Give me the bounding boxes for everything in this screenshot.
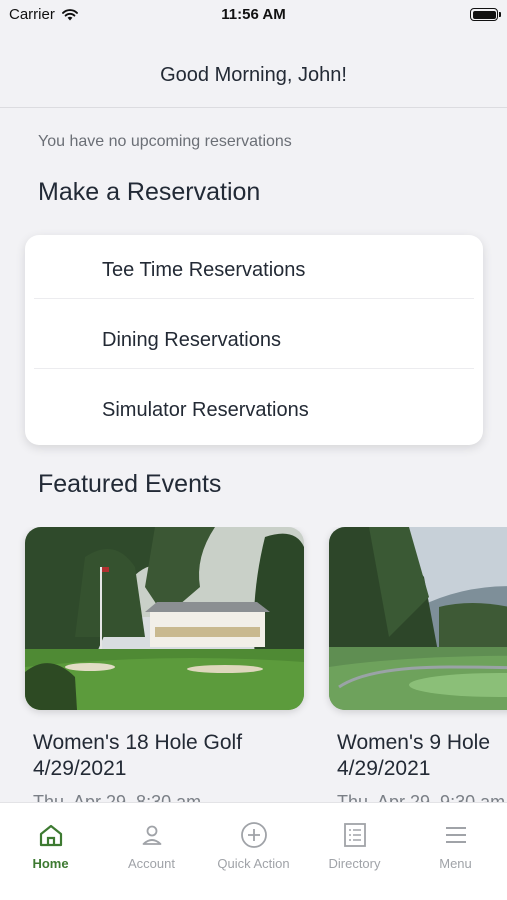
simulator-label: Simulator Reservations	[102, 398, 309, 421]
dining-reservations-button[interactable]: Dining Reservations	[25, 305, 483, 375]
tab-home[interactable]: Home	[0, 803, 101, 883]
event-photo-clubhouse	[25, 527, 304, 710]
tab-label: Quick Action	[217, 856, 290, 871]
event-photo-fairway	[329, 527, 507, 710]
tab-label: Account	[128, 856, 175, 871]
clock: 11:56 AM	[221, 6, 286, 23]
status-bar: Carrier 11:56 AM	[0, 0, 507, 30]
event-title: Women's 18 Hole Golf 4/29/2021	[33, 731, 243, 780]
tab-account[interactable]: Account	[101, 803, 202, 883]
featured-events-title: Featured Events	[38, 470, 222, 498]
event-card[interactable]: Women's 18 Hole Golf 4/29/2021 Thu, Apr …	[25, 527, 304, 807]
tab-label: Directory	[328, 856, 381, 871]
header: Good Morning, John!	[0, 30, 507, 108]
greeting-title: Good Morning, John!	[160, 64, 347, 86]
dining-label: Dining Reservations	[102, 328, 281, 351]
tab-directory[interactable]: Directory	[304, 803, 405, 883]
divider	[34, 298, 474, 299]
event-title: Women's 9 Hole 4/29/2021	[337, 731, 491, 780]
divider	[34, 368, 474, 369]
make-reservation-title: Make a Reservation	[38, 178, 261, 206]
plus-circle-icon	[240, 822, 267, 848]
tee-time-reservations-button[interactable]: Tee Time Reservations	[25, 235, 483, 305]
home-icon	[39, 824, 62, 847]
tab-bar: Home Account Quick Action Directory Menu	[0, 802, 507, 900]
simulator-reservations-button[interactable]: Simulator Reservations	[25, 375, 483, 445]
tab-quick-action[interactable]: Quick Action	[203, 803, 304, 883]
event-card[interactable]: Women's 9 Hole 4/29/2021 Thu, Apr 29, 9:…	[329, 527, 507, 807]
list-icon	[343, 823, 366, 847]
reservation-card: Tee Time Reservations Dining Reservation…	[25, 235, 483, 445]
hamburger-icon	[445, 827, 466, 843]
tab-menu[interactable]: Menu	[405, 803, 506, 883]
battery-icon	[470, 8, 501, 21]
upcoming-reservations-message: You have no upcoming reservations	[38, 133, 292, 150]
tee-time-label: Tee Time Reservations	[102, 258, 306, 281]
tab-label: Home	[32, 856, 69, 871]
tab-label: Menu	[439, 856, 472, 871]
person-icon	[142, 825, 161, 845]
featured-events-carousel[interactable]: Women's 18 Hole Golf 4/29/2021 Thu, Apr …	[0, 527, 507, 807]
